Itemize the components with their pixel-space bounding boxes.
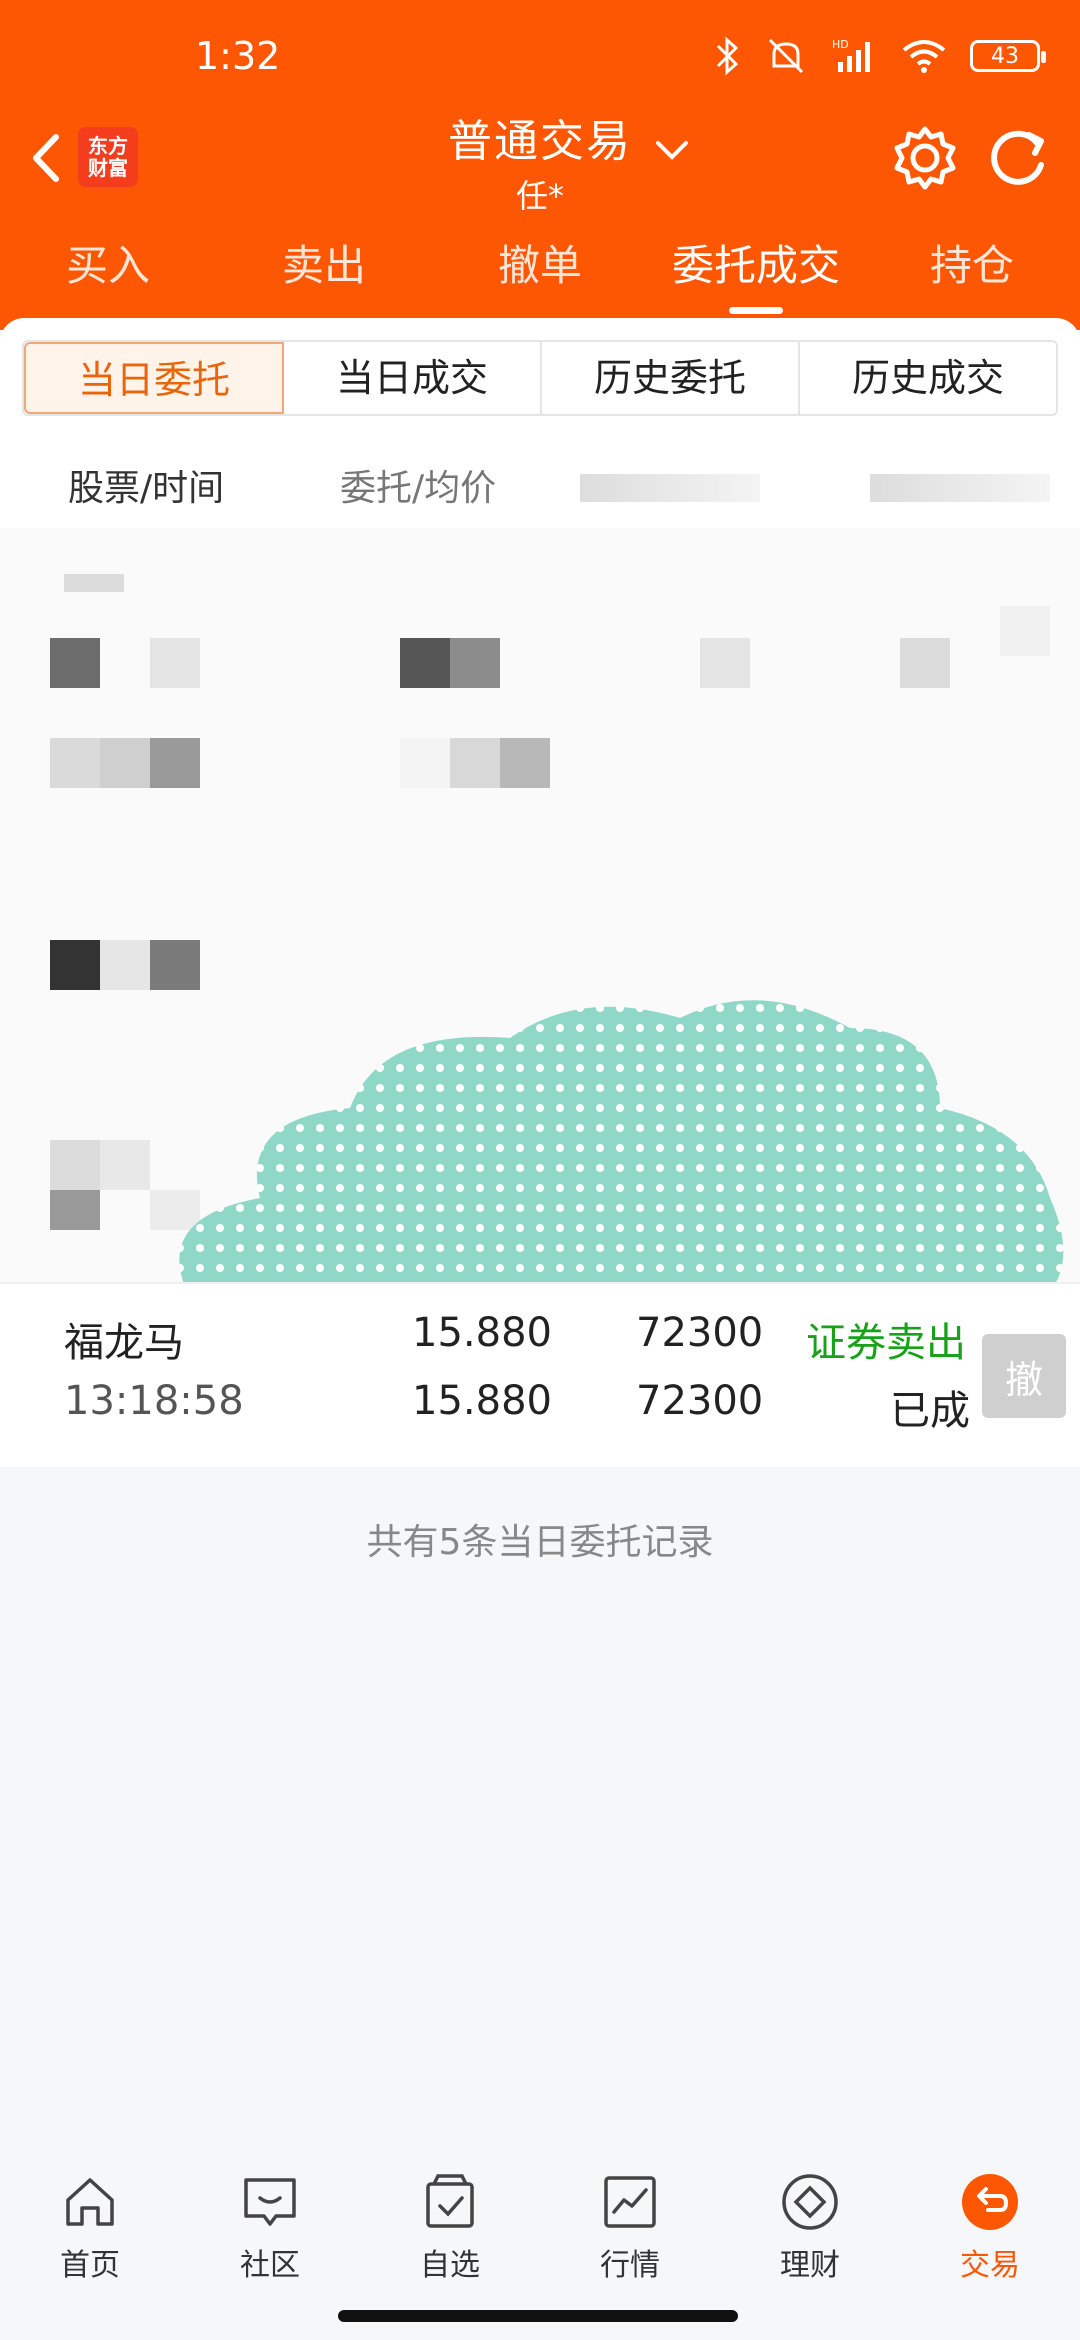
home-indicator[interactable]: [338, 2310, 738, 2322]
redacted-block: [150, 738, 200, 788]
redacted-block: [100, 738, 150, 788]
nav-label: 社区: [240, 2248, 300, 2283]
redacted-block: [700, 638, 750, 688]
order-status: 已成: [890, 1388, 970, 1434]
nav-bar: 东方 财富 普通交易 任*: [0, 105, 1080, 215]
redacted-block: [450, 738, 500, 788]
tab-cancel-order[interactable]: 撤单: [432, 232, 648, 312]
status-bar: 1:32 HD 43: [0, 0, 1080, 110]
avg-price: 15.880: [412, 1378, 552, 1424]
redacted-block: [450, 638, 500, 688]
tab-positions[interactable]: 持仓: [864, 232, 1080, 312]
record-count: 共有5条当日委托记录: [366, 1522, 714, 1563]
mute-icon: [768, 38, 804, 74]
redacted-block: [50, 1190, 100, 1230]
tab-sell[interactable]: 卖出: [216, 232, 432, 312]
refresh-icon[interactable]: [985, 123, 1055, 193]
nav-wealth[interactable]: 理财: [720, 2160, 900, 2340]
filled-quantity: 72300: [636, 1378, 764, 1424]
community-icon: [244, 2178, 296, 2226]
stock-name: 福龙马: [64, 1320, 184, 1366]
signal-icon: HD: [832, 38, 870, 72]
trade-icon: [962, 2174, 1018, 2230]
cancel-order-button[interactable]: 撤: [982, 1334, 1066, 1418]
home-icon: [66, 2178, 114, 2226]
segment-today-orders[interactable]: 当日委托: [24, 342, 284, 414]
redacted-block: [100, 1140, 150, 1190]
redacted-block: [100, 940, 150, 990]
redacted-block: [150, 638, 200, 688]
wealth-icon: [782, 2174, 838, 2230]
segment-history-trades[interactable]: 历史成交: [800, 342, 1056, 414]
redacted-block: [500, 738, 550, 788]
redacted-block: [150, 940, 200, 990]
redacted-block: [400, 638, 450, 688]
redacted-block: [50, 638, 100, 688]
content-card: 当日委托 当日成交 历史委托 历史成交 股票/时间 委托/均价 福龙马 13:1…: [0, 318, 1080, 2338]
nav-trade[interactable]: 交易: [900, 2160, 1080, 2340]
column-header: 股票/时间 委托/均价: [0, 440, 1080, 530]
bluetooth-icon: [716, 36, 739, 76]
battery-icon: 43: [970, 40, 1046, 72]
privacy-cloud-sticker: [179, 1000, 1064, 1288]
order-filter-segment: 当日委托 当日成交 历史委托 历史成交: [22, 340, 1058, 416]
list-footer: 共有5条当日委托记录: [0, 1467, 1080, 2167]
redacted-block: [50, 738, 100, 788]
redacted-block: [400, 738, 450, 788]
order-type: 证券卖出: [806, 1320, 966, 1366]
segment-today-trades[interactable]: 当日成交: [284, 342, 542, 414]
order-row[interactable]: 福龙马 13:18:58 15.880 15.880 72300 72300 证…: [0, 1282, 1080, 1467]
segment-history-orders[interactable]: 历史委托: [542, 342, 800, 414]
nav-label: 行情: [600, 2248, 660, 2283]
order-time: 13:18:58: [64, 1378, 244, 1424]
main-tabs: 买入 卖出 撤单 委托成交 持仓: [0, 232, 1080, 314]
column-quantity-blurred: [580, 474, 760, 502]
chevron-down-icon[interactable]: [652, 135, 692, 165]
nav-label: 自选: [420, 2248, 480, 2283]
status-icons: HD 43: [712, 36, 1046, 76]
order-quantity: 72300: [636, 1310, 764, 1356]
market-icon: [604, 2176, 656, 2228]
column-stock-time: 股票/时间: [68, 468, 225, 509]
redacted-block: [50, 1140, 100, 1190]
status-time: 1:32: [195, 34, 281, 78]
column-status-blurred: [870, 474, 1050, 502]
redacted-block: [900, 638, 950, 688]
nav-community[interactable]: 社区: [180, 2160, 360, 2340]
watchlist-icon: [426, 2174, 474, 2228]
svg-text:HD: HD: [832, 38, 849, 51]
nav-label: 首页: [60, 2248, 120, 2283]
trade-page: 1:32 HD 43 东方 财富 普通交易 任* 买入 卖出 撤单 委托成交 持…: [0, 0, 1080, 2340]
redacted-block: [50, 940, 100, 990]
column-price: 委托/均价: [340, 468, 497, 509]
nav-label: 交易: [960, 2248, 1020, 2283]
nav-home[interactable]: 首页: [0, 2160, 180, 2340]
settings-icon[interactable]: [890, 123, 960, 193]
order-price: 15.880: [412, 1310, 552, 1356]
nav-label: 理财: [780, 2248, 840, 2283]
tab-orders-trades[interactable]: 委托成交: [648, 232, 864, 314]
header: 1:32 HD 43 东方 财富 普通交易 任* 买入 卖出 撤单 委托成交 持…: [0, 0, 1080, 330]
redacted-block: [1000, 606, 1050, 656]
tab-buy[interactable]: 买入: [0, 232, 216, 312]
redacted-rows: [0, 528, 1080, 1288]
redacted-block: [64, 574, 124, 592]
wifi-icon: [902, 40, 946, 73]
